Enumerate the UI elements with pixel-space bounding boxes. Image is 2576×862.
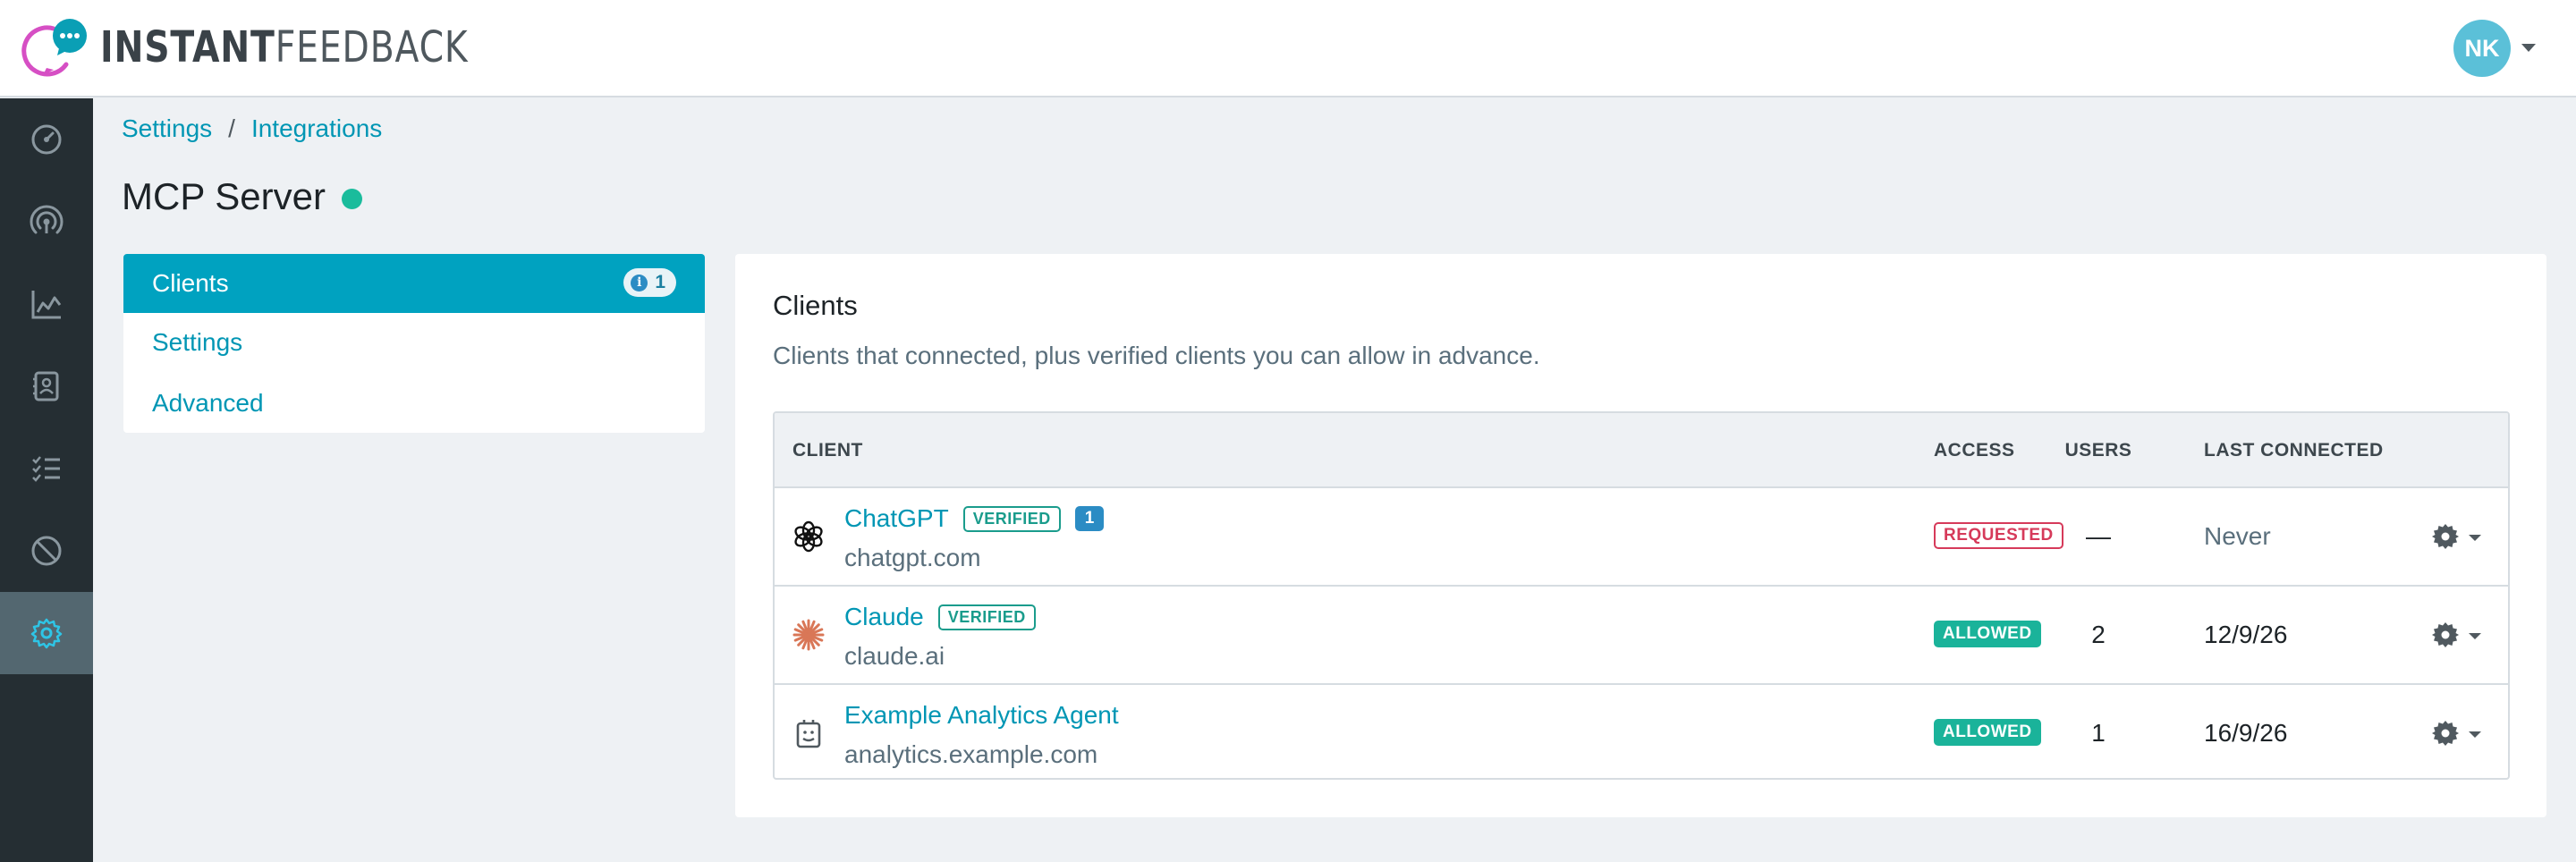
menu-item-label: Advanced [152,389,264,417]
gear-icon [30,618,63,649]
broadcast-icon [30,205,64,234]
column-header-last-connected[interactable]: LAST CONNECTED [2204,440,2384,461]
chevron-down-icon[interactable] [2469,535,2481,541]
breadcrumb: Settings / Integrations [122,114,382,143]
sidebar-item-contacts[interactable] [0,345,93,427]
client-name-link[interactable]: Example Analytics Agent [844,701,1119,730]
users-count: — [2086,522,2111,550]
gauge-icon [31,124,62,155]
sidebar-item-blocked[interactable] [0,510,93,592]
client-name[interactable]: ChatGPT [844,504,949,533]
row-settings-gear-icon[interactable] [2431,621,2460,649]
breadcrumb-integrations[interactable]: Integrations [251,114,382,143]
sidebar [0,98,93,862]
client-name-link[interactable]: ChatGPT VERIFIED 1 [844,504,1105,533]
claude-icon [792,619,825,651]
row-settings-gear-icon[interactable] [2431,522,2460,551]
client-name[interactable]: Example Analytics Agent [844,701,1119,730]
column-header-users[interactable]: USERS [2065,440,2132,461]
contact-book-icon [33,371,59,401]
row-settings-gear-icon[interactable] [2431,719,2460,748]
request-count-badge: 1 [1074,506,1105,531]
notification-count: 1 [655,272,665,292]
panel-title: Clients [773,290,858,321]
sidebar-item-dashboard[interactable] [0,98,93,181]
sidebar-item-tasks[interactable] [0,427,93,510]
chevron-down-icon[interactable] [2469,731,2481,738]
verified-badge: VERIFIED [937,604,1036,630]
menu-item-label: Settings [152,328,243,356]
chevron-down-icon[interactable] [2469,633,2481,639]
sidebar-item-broadcast[interactable] [0,181,93,263]
robot-icon [796,720,821,748]
client-domain: chatgpt.com [844,544,981,571]
openai-icon [794,520,823,553]
menu-item-settings[interactable]: Settings [123,313,705,372]
page-title: MCP Server [122,175,362,218]
client-domain: claude.ai [844,642,945,670]
table-row: Example Analytics Agent analytics.exampl… [775,685,2508,778]
table-row: Claude VERIFIED claude.ai ALLOWED 2 12/9… [775,587,2508,685]
access-status-badge: ALLOWED [1934,719,2041,746]
panel-description: Clients that connected, plus verified cl… [773,342,1540,369]
logo-text: INSTANTFEEDBACK [100,22,469,72]
info-icon: i [631,274,648,292]
client-name[interactable]: Claude [844,603,924,631]
last-connected: 16/9/26 [2204,719,2288,747]
top-bar: INSTANTFEEDBACK NK [0,0,2576,97]
users-count: 1 [2091,719,2106,747]
users-count: 2 [2091,621,2106,648]
breadcrumb-separator: / [228,114,235,142]
column-header-client[interactable]: CLIENT [792,440,863,461]
menu-item-clients[interactable]: Clients i 1 [123,254,705,313]
last-connected: 12/9/26 [2204,621,2288,648]
table-row: ChatGPT VERIFIED 1 chatgpt.com REQUESTED… [775,488,2508,587]
notification-pill: i 1 [623,268,676,297]
client-domain: analytics.example.com [844,740,1098,768]
user-avatar[interactable]: NK [2453,20,2511,77]
sidebar-item-analytics[interactable] [0,263,93,345]
line-chart-icon [31,291,62,319]
page-title-text: MCP Server [122,175,326,217]
chevron-down-icon[interactable] [2521,44,2536,52]
table-header: CLIENT ACCESS USERS LAST CONNECTED [775,413,2508,488]
logo-chat-icon [21,19,87,77]
clients-panel: Clients Clients that connected, plus ver… [735,254,2546,817]
menu-item-advanced[interactable]: Advanced [123,374,705,433]
block-icon [31,536,62,566]
last-connected: Never [2204,522,2271,550]
client-name-link[interactable]: Claude VERIFIED [844,603,1036,631]
breadcrumb-settings[interactable]: Settings [122,114,212,143]
clients-table: CLIENT ACCESS USERS LAST CONNECTED ChatG… [773,411,2510,780]
status-dot [341,188,362,209]
menu-item-label: Clients [152,269,229,297]
checklist-icon [32,456,60,482]
sidebar-item-settings[interactable] [0,592,93,674]
logo[interactable]: INSTANTFEEDBACK [20,18,549,77]
access-status-badge: ALLOWED [1934,621,2041,647]
column-header-access[interactable]: ACCESS [1934,440,2015,461]
access-status-badge: REQUESTED [1934,522,2063,549]
section-menu: Clients i 1 Settings Advanced [123,254,705,433]
verified-badge: VERIFIED [962,505,1061,532]
